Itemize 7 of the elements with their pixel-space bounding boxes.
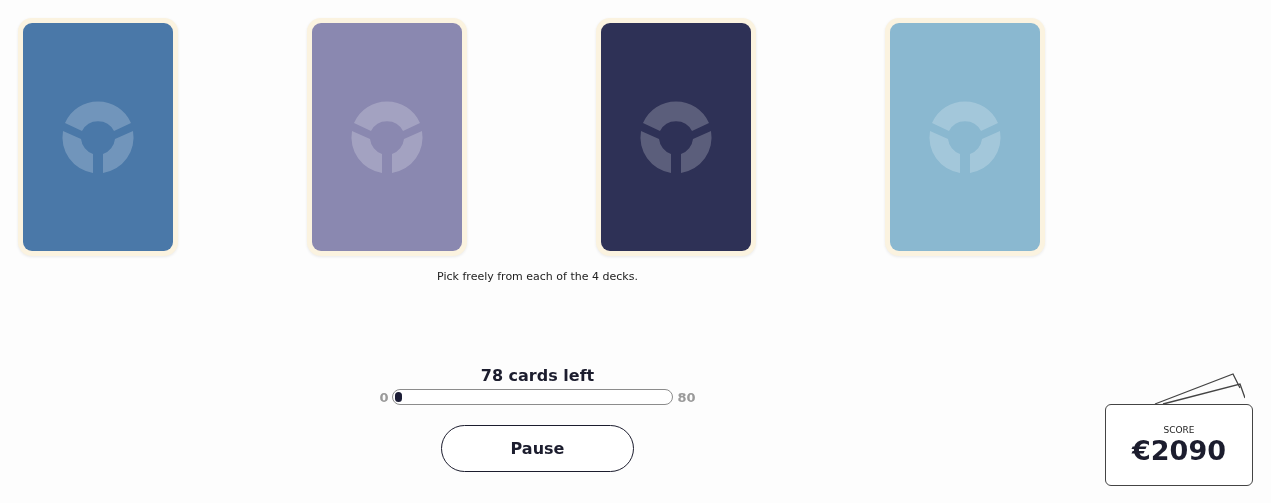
- instruction-text: Pick freely from each of the 4 decks.: [437, 270, 638, 283]
- progress-max-label: 80: [677, 389, 696, 405]
- cards-left-text: 78 cards left: [480, 366, 595, 385]
- pause-button[interactable]: Pause: [441, 425, 634, 472]
- score-value: €2090: [1132, 434, 1226, 466]
- progress-min-label: 0: [379, 389, 389, 405]
- score-label: SCORE: [1163, 424, 1195, 435]
